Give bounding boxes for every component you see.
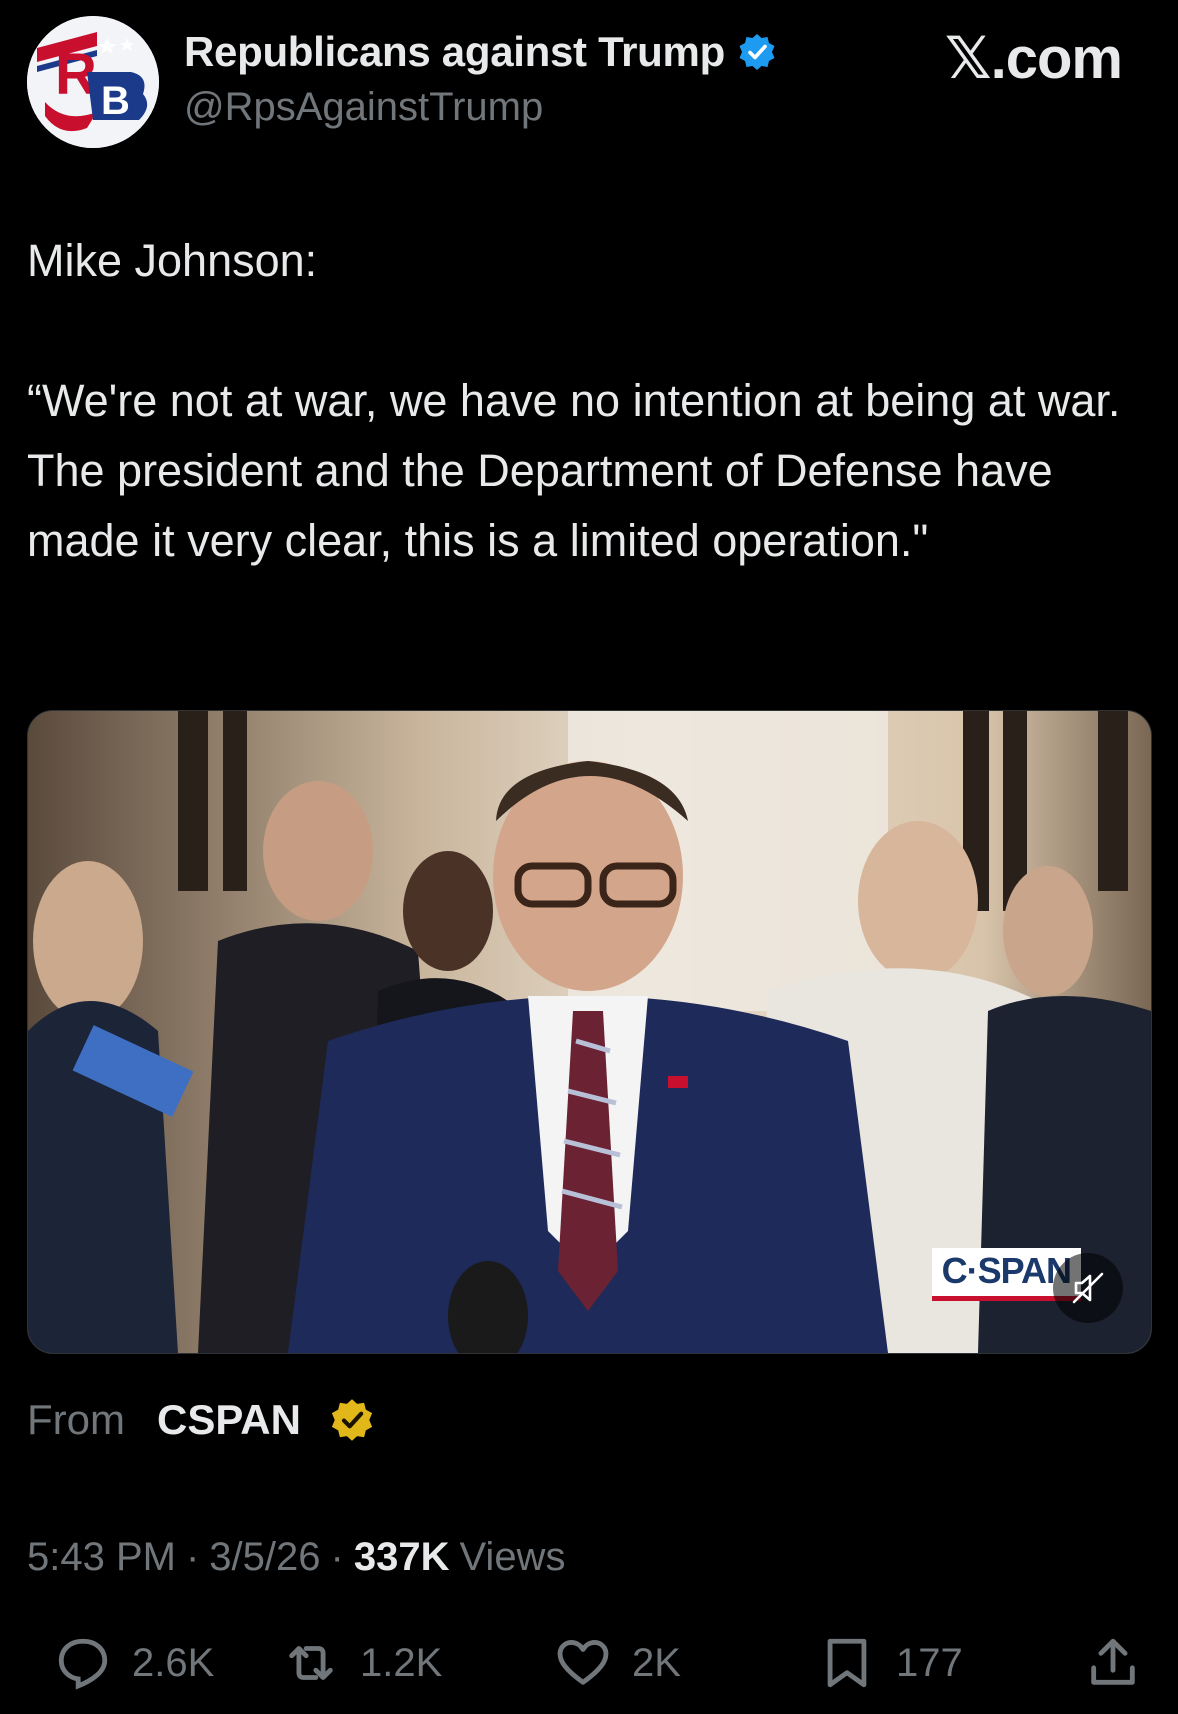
author-name-row: Republicans against Trump — [184, 28, 777, 76]
svg-text:B: B — [101, 79, 130, 123]
tweet-meta: 5:43 PM · 3/5/26 · 337K Views — [27, 1535, 565, 1580]
views-label: Views — [459, 1535, 566, 1579]
mute-button[interactable] — [1053, 1253, 1123, 1323]
source-name-link[interactable]: CSPAN — [157, 1396, 301, 1444]
views-count: 337K — [353, 1535, 450, 1579]
tweet-date[interactable]: 3/5/26 — [209, 1535, 320, 1580]
bookmark-icon — [827, 1638, 867, 1688]
bookmark-count: 177 — [896, 1640, 963, 1685]
gold-verified-badge-icon — [331, 1399, 373, 1441]
meta-separator: · — [185, 1535, 200, 1579]
repost-icon — [289, 1646, 333, 1680]
meta-separator: · — [330, 1535, 344, 1579]
muted-speaker-icon — [1072, 1272, 1104, 1304]
from-label: From — [27, 1396, 125, 1443]
rb-logo: R B — [27, 16, 159, 148]
like-count: 2K — [632, 1640, 681, 1685]
site-logo: 𝕏.com — [944, 26, 1123, 91]
repost-count: 1.2K — [360, 1640, 443, 1685]
verified-badge-icon — [739, 34, 775, 70]
action-bar: 2.6K 1.2K 2K 177 — [0, 1628, 1178, 1698]
avatar[interactable]: R B — [27, 16, 159, 148]
reply-count: 2.6K — [132, 1640, 215, 1685]
repost-button[interactable]: 1.2K — [282, 1628, 442, 1698]
tweet-time[interactable]: 5:43 PM — [27, 1535, 176, 1580]
author-handle[interactable]: @RpsAgainstTrump — [184, 85, 543, 130]
reply-button[interactable]: 2.6K — [54, 1628, 214, 1698]
share-button[interactable] — [1084, 1628, 1162, 1698]
bookmark-button[interactable]: 177 — [818, 1628, 963, 1698]
tweet-text: Mike Johnson: “We're not at war, we have… — [27, 235, 1121, 566]
share-icon — [1091, 1638, 1135, 1685]
display-name[interactable]: Republicans against Trump — [184, 28, 725, 76]
heart-icon — [557, 1640, 609, 1685]
media-source-row: From CSPAN — [27, 1396, 375, 1444]
like-button[interactable]: 2K — [554, 1628, 681, 1698]
video-player[interactable]: C·SPAN — [27, 710, 1152, 1354]
reply-icon — [58, 1638, 108, 1690]
